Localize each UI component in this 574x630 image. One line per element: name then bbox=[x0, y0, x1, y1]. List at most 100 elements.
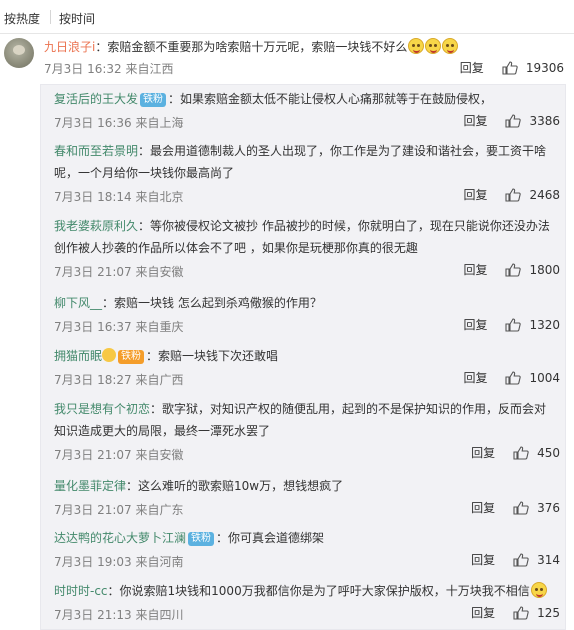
like-count: 3386 bbox=[529, 113, 560, 128]
reply-item: 我老婆萩原利久：等你被侵权论文被抄 作品被抄的时候，你就明白了，现在只能说你还没… bbox=[54, 215, 564, 279]
like-button[interactable]: 1004 bbox=[505, 371, 560, 385]
like-count: 450 bbox=[537, 445, 560, 460]
like-button[interactable]: 125 bbox=[513, 606, 560, 620]
reply-item: 量化墨菲定律：这么难听的歌索赔10w万，想钱想疯了 7月3日 21:07 来自广… bbox=[54, 475, 564, 517]
reply-text: 达达鸭的花心大萝卜江澜 铁粉 ：你可真会道德绑架 bbox=[54, 527, 554, 549]
thumbs-up-icon bbox=[513, 605, 529, 620]
avatar[interactable] bbox=[4, 38, 34, 68]
reply-button[interactable]: 回复 bbox=[463, 186, 487, 203]
fan-badge: 铁粉 bbox=[140, 93, 167, 107]
reply-actions: 回复 125 bbox=[471, 604, 560, 621]
reply-button[interactable]: 回复 bbox=[463, 316, 487, 333]
reply-actions: 回复 1800 bbox=[463, 261, 560, 278]
reply-text: 我只是想有个初恋：歌字狱，对知识产权的随便乱用，起到的不是保护知识的作用，反而会… bbox=[54, 398, 554, 442]
like-count: 314 bbox=[537, 552, 560, 567]
reply-button[interactable]: 回复 bbox=[463, 112, 487, 129]
fan-badge-icon bbox=[102, 348, 117, 362]
reply-username[interactable]: 时时时-cc bbox=[54, 584, 108, 598]
reply-meta: 7月3日 21:07 来自安徽 bbox=[54, 265, 184, 279]
reply-meta: 7月3日 21:07 来自广东 bbox=[54, 503, 184, 517]
fan-badge: 铁粉 bbox=[188, 532, 215, 546]
like-count: 125 bbox=[537, 605, 560, 620]
emoji-icon bbox=[442, 38, 459, 54]
like-count: 1800 bbox=[529, 262, 560, 277]
reply-item: 我只是想有个初恋：歌字狱，对知识产权的随便乱用，起到的不是保护知识的作用，反而会… bbox=[54, 398, 564, 462]
reply-username[interactable]: 我只是想有个初恋 bbox=[54, 402, 150, 416]
like-button[interactable]: 19306 bbox=[502, 61, 564, 75]
reply-body: ：你可真会道德绑架 bbox=[216, 531, 325, 545]
like-button[interactable]: 3386 bbox=[505, 114, 560, 128]
main-comment-text: 九日浪子i：索赔金额不重要那为啥索赔十万元呢，索赔一块钱不好么 bbox=[44, 38, 564, 56]
thumbs-up-icon bbox=[513, 552, 529, 567]
reply-meta: 7月3日 21:13 来自四川 bbox=[54, 608, 184, 622]
reply-actions: 回复 1004 bbox=[463, 369, 560, 386]
reply-username[interactable]: 我老婆萩原利久 bbox=[54, 219, 138, 233]
reply-username[interactable]: 量化墨菲定律 bbox=[54, 479, 126, 493]
fan-badge: 铁粉 bbox=[118, 350, 145, 364]
reply-item: 时时时-cc：你说索赔1块钱和1000万我都信你是为了呼吁大家保护版权，十万块我… bbox=[54, 580, 564, 622]
reply-button[interactable]: 回复 bbox=[471, 604, 495, 621]
thumbs-up-icon bbox=[513, 445, 529, 460]
like-count: 2468 bbox=[529, 187, 560, 202]
reply-text: 时时时-cc：你说索赔1块钱和1000万我都信你是为了呼吁大家保护版权，十万块我… bbox=[54, 580, 554, 602]
reply-item: 拥猫而眠 铁粉 ：索赔一块钱下次还敢唱 7月3日 18:27 来自广西 回复 100… bbox=[54, 345, 564, 387]
like-button[interactable]: 376 bbox=[513, 501, 560, 515]
reply-meta: 7月3日 19:03 来自河南 bbox=[54, 555, 184, 569]
reply-text: 复活后的王大发 铁粉 ：如果索赔金额太低不能让侵权人心痛那就等于在鼓励侵权， bbox=[54, 88, 554, 110]
reply-actions: 回复 1320 bbox=[463, 316, 560, 333]
reply-username[interactable]: 达达鸭的花心大萝卜江澜 bbox=[54, 531, 186, 545]
like-button[interactable]: 450 bbox=[513, 446, 560, 460]
reply-item: 春和而至若景明：最会用道德制裁人的圣人出现了，你工作是为了建设和谐社会，要工资干… bbox=[54, 140, 564, 204]
reply-button[interactable]: 回复 bbox=[471, 499, 495, 516]
reply-username[interactable]: 柳下风__ bbox=[54, 296, 102, 310]
emoji-icon bbox=[425, 38, 442, 54]
reply-body: ：这么难听的歌索赔10w万，想钱想疯了 bbox=[126, 479, 344, 493]
reply-body: ：你说索赔1块钱和1000万我都信你是为了呼吁大家保护版权，十万块我不相信 bbox=[107, 584, 530, 598]
reply-body: ：如果索赔金额太低不能让侵权人心痛那就等于在鼓励侵权， bbox=[168, 92, 493, 106]
comment-body: ：索赔金额不重要那为啥索赔十万元呢，索赔一块钱不好么 bbox=[95, 40, 408, 54]
reply-button[interactable]: 回复 bbox=[463, 369, 487, 386]
reply-username[interactable]: 拥猫而眠 bbox=[54, 349, 102, 363]
reply-meta: 7月3日 21:07 来自安徽 bbox=[54, 448, 184, 462]
reply-actions: 回复 3386 bbox=[463, 112, 560, 129]
thumbs-up-icon bbox=[502, 60, 518, 75]
reply-button[interactable]: 回复 bbox=[460, 59, 484, 76]
reply-username[interactable]: 复活后的王大发 bbox=[54, 92, 138, 106]
reply-text: 拥猫而眠 铁粉 ：索赔一块钱下次还敢唱 bbox=[54, 345, 554, 367]
thumbs-up-icon bbox=[505, 370, 522, 385]
reply-button[interactable]: 回复 bbox=[463, 261, 487, 278]
reply-button[interactable]: 回复 bbox=[471, 444, 495, 461]
thumbs-up-icon bbox=[513, 500, 529, 515]
reply-username[interactable]: 春和而至若景明 bbox=[54, 144, 138, 158]
reply-meta: 7月3日 16:36 来自上海 bbox=[54, 116, 184, 130]
like-button[interactable]: 1320 bbox=[505, 318, 560, 332]
reply-actions: 回复 2468 bbox=[463, 186, 560, 203]
reply-text: 我老婆萩原利久：等你被侵权论文被抄 作品被抄的时候，你就明白了，现在只能说你还没… bbox=[54, 215, 554, 259]
like-count: 1320 bbox=[529, 317, 560, 332]
like-button[interactable]: 1800 bbox=[505, 263, 560, 277]
reply-body: ：索赔一块钱下次还敢唱 bbox=[146, 349, 279, 363]
reply-actions: 回复 450 bbox=[471, 444, 560, 461]
sort-bar: 按热度 按时间 bbox=[0, 0, 574, 34]
comment-actions: 回复 19306 bbox=[460, 59, 564, 76]
reply-body: ：索赔一块钱 怎么起到杀鸡儆猴的作用？ bbox=[102, 296, 322, 310]
reply-button[interactable]: 回复 bbox=[471, 551, 495, 568]
reply-meta: 7月3日 18:27 来自广西 bbox=[54, 373, 184, 387]
like-button[interactable]: 2468 bbox=[505, 188, 560, 202]
reply-text: 量化墨菲定律：这么难听的歌索赔10w万，想钱想疯了 bbox=[54, 475, 554, 497]
reply-item: 复活后的王大发 铁粉 ：如果索赔金额太低不能让侵权人心痛那就等于在鼓励侵权， 7月3… bbox=[54, 88, 564, 130]
thumbs-up-icon bbox=[505, 317, 522, 332]
emoji-icon bbox=[530, 582, 547, 598]
emoji-icon bbox=[408, 38, 425, 54]
reply-actions: 回复 376 bbox=[471, 499, 560, 516]
like-count: 1004 bbox=[529, 370, 560, 385]
sort-by-hot-tab[interactable]: 按热度 bbox=[4, 10, 40, 27]
thumbs-up-icon bbox=[505, 262, 522, 277]
reply-meta: 7月3日 18:14 来自北京 bbox=[54, 190, 184, 204]
reply-item: 达达鸭的花心大萝卜江澜 铁粉 ：你可真会道德绑架 7月3日 19:03 来自河南 回… bbox=[54, 527, 564, 569]
comment-meta: 7月3日 16:32 来自江西 bbox=[44, 62, 174, 76]
comment-username[interactable]: 九日浪子i bbox=[44, 40, 95, 54]
sort-by-time-tab[interactable]: 按时间 bbox=[59, 10, 95, 27]
like-button[interactable]: 314 bbox=[513, 553, 560, 567]
reply-text: 柳下风__：索赔一块钱 怎么起到杀鸡儆猴的作用？ bbox=[54, 292, 554, 314]
